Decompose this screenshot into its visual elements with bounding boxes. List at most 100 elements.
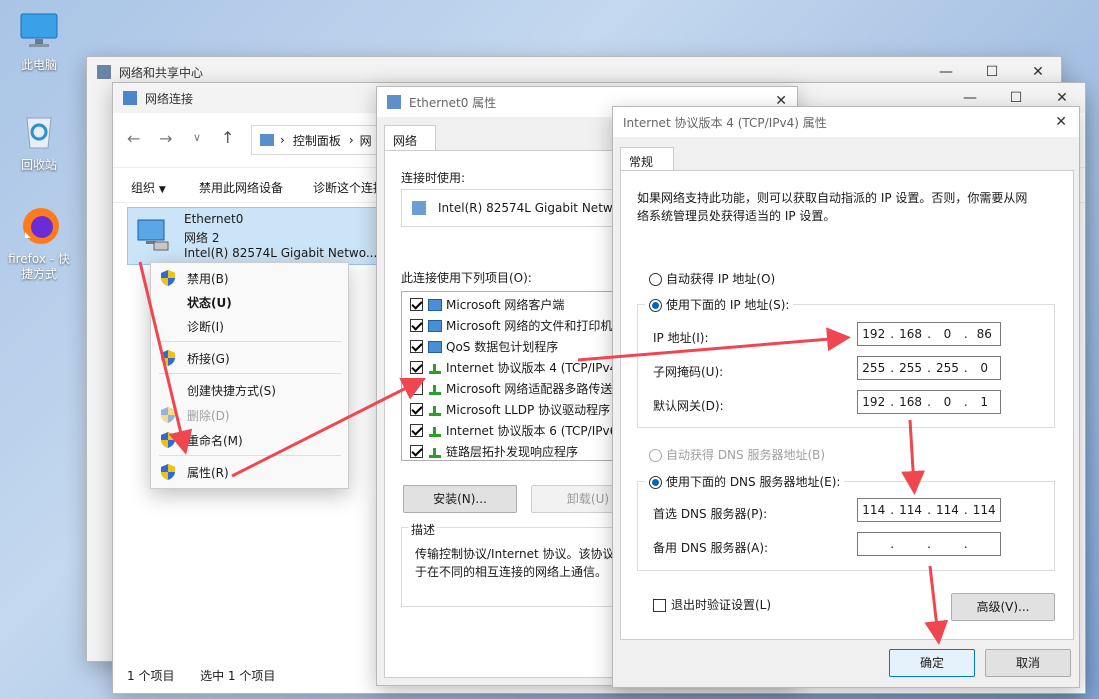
titlebar: Internet 协议版本 4 (TCP/IPv4) 属性 — [613, 107, 1079, 137]
connect-using-label: 连接时使用: — [401, 171, 466, 185]
cancel-button[interactable]: 取消 — [985, 649, 1071, 677]
alternate-dns-field[interactable]: ... — [857, 532, 1001, 556]
auto-dns-radio: 自动获得 DNS 服务器地址(B) — [649, 446, 825, 463]
breadcrumb[interactable]: › 控制面板 › 网 — [251, 125, 391, 155]
tab-network[interactable]: 网络 — [384, 125, 436, 151]
advanced-button[interactable]: 高级(V)... — [951, 593, 1055, 621]
checkbox[interactable] — [410, 382, 423, 395]
protocol-icon — [428, 383, 442, 395]
gateway-field[interactable]: 192. 168. 0. 1 — [857, 390, 1001, 414]
adapter-tile[interactable]: Ethernet0 网络 2 Intel(R) 82574L Gigabit N… — [127, 207, 377, 265]
list-item[interactable]: Microsoft 网络适配器多路传送 — [410, 378, 612, 399]
list-item[interactable]: Microsoft 网络的文件和打印机 — [410, 315, 612, 336]
intro-text: 络系统管理员处获得适当的 IP 设置。 — [637, 209, 836, 223]
window-title: 网络连接 — [145, 91, 194, 106]
checkbox[interactable] — [410, 424, 423, 437]
list-item[interactable]: Microsoft LLDP 协议驱动程序 — [410, 399, 610, 420]
shield-icon — [161, 350, 175, 366]
network-center-icon — [97, 65, 111, 79]
manual-ip-radio[interactable]: 使用下面的 IP 地址(S): — [645, 296, 794, 313]
octet: 0 — [943, 395, 952, 409]
menu-separator — [159, 373, 341, 374]
checkbox[interactable] — [410, 445, 423, 458]
shield-icon — [161, 432, 175, 448]
radio-button[interactable] — [649, 273, 662, 286]
tab-general[interactable]: 常规 — [620, 147, 674, 171]
subnet-mask-field[interactable]: 255. 255. 255. 0 — [857, 356, 1001, 380]
disable-device-button[interactable]: 禁用此网络设备 — [199, 179, 283, 196]
radio-label: 使用下面的 DNS 服务器地址(E): — [666, 475, 841, 489]
octet: 1 — [980, 395, 989, 409]
menu-item-properties[interactable]: 属性(R) — [151, 460, 348, 484]
checkbox[interactable] — [410, 298, 423, 311]
back-arrow-icon[interactable]: ← — [127, 129, 140, 148]
organize-menu[interactable]: 组织 ▼ — [131, 179, 166, 196]
menu-item-status[interactable]: 状态(U) — [151, 290, 348, 314]
checkbox[interactable] — [410, 319, 423, 332]
radio-button[interactable] — [649, 476, 662, 489]
octet: 255 — [899, 361, 923, 375]
menu-item-bridge[interactable]: 桥接(G) — [151, 346, 348, 370]
validate-checkbox[interactable]: 退出时验证设置(L) — [653, 596, 771, 613]
desktop-icon-firefox[interactable]: firefox - 快捷方式 — [4, 204, 74, 282]
diagnose-button[interactable]: 诊断这个连接 — [313, 179, 385, 196]
item-count: 1 个项目 — [127, 669, 175, 683]
window-title: 网络和共享中心 — [119, 65, 204, 80]
gateway-label: 默认网关(D): — [653, 399, 724, 413]
octet: 168 — [899, 327, 923, 341]
radio-button[interactable] — [649, 299, 662, 312]
device-name: Intel(R) 82574L Gigabit Netwo — [438, 201, 621, 215]
auto-ip-radio[interactable]: 自动获得 IP 地址(O) — [649, 270, 775, 287]
list-item[interactable]: Internet 协议版本 6 (TCP/IPv6) — [410, 420, 622, 441]
install-button[interactable]: 安装(N)... — [403, 485, 517, 513]
subnet-mask-label: 子网掩码(U): — [653, 365, 724, 379]
octet: 168 — [899, 395, 923, 409]
menu-item-label: 桥接(G) — [187, 351, 230, 366]
checkbox-label: 退出时验证设置(L) — [671, 598, 772, 612]
forward-arrow-icon[interactable]: → — [159, 129, 172, 148]
preferred-dns-field[interactable]: 114. 114. 114. 114 — [857, 498, 1001, 522]
network-card-icon — [412, 201, 426, 215]
checkbox[interactable] — [410, 361, 423, 374]
recycle-bin-icon — [17, 108, 61, 152]
list-item-label: QoS 数据包计划程序 — [446, 340, 559, 354]
organize-label: 组织 — [131, 181, 156, 195]
desktop-icon-this-pc[interactable]: 此电脑 — [4, 8, 74, 73]
ok-button[interactable]: 确定 — [889, 649, 975, 677]
protocol-icon — [428, 404, 442, 416]
desktop-icon-recycle-bin[interactable]: 回收站 — [4, 108, 74, 173]
dialog-title: Ethernet0 属性 — [409, 95, 497, 110]
adapter-network: 网络 2 — [184, 231, 220, 245]
octet: 0 — [943, 327, 952, 341]
list-item[interactable]: 链路层拓扑发现响应程序 — [410, 441, 578, 460]
up-arrow-icon[interactable]: ↑ — [221, 128, 234, 147]
ip-address-label: IP 地址(I): — [653, 331, 709, 345]
chevron-down-icon[interactable]: ∨ — [193, 131, 201, 144]
close-icon[interactable]: ✕ — [1055, 114, 1067, 130]
list-item[interactable]: QoS 数据包计划程序 — [410, 336, 558, 357]
list-item[interactable]: Microsoft 网络客户端 — [410, 294, 564, 315]
description-line: 传输控制协议/Internet 协议。该协议 — [415, 547, 615, 561]
menu-item-label: 状态(U) — [187, 295, 232, 310]
octet: 86 — [976, 327, 992, 341]
adapter-device: Intel(R) 82574L Gigabit Netwo... — [184, 246, 378, 260]
manual-dns-radio[interactable]: 使用下面的 DNS 服务器地址(E): — [645, 473, 845, 490]
checkbox[interactable] — [410, 403, 423, 416]
radio-label: 自动获得 DNS 服务器地址(B) — [666, 448, 826, 462]
ipv4-properties-dialog: Internet 协议版本 4 (TCP/IPv4) 属性 ✕ 常规 如果网络支… — [612, 106, 1080, 688]
breadcrumb-item[interactable]: 控制面板 — [293, 132, 341, 149]
menu-item-disable[interactable]: 禁用(B) — [151, 266, 348, 290]
dns-group — [637, 481, 1055, 571]
menu-item-create-shortcut[interactable]: 创建快捷方式(S) — [151, 378, 348, 402]
checkbox[interactable] — [653, 599, 666, 612]
network-client-icon — [428, 340, 442, 353]
breadcrumb-item[interactable]: 网 — [360, 132, 372, 149]
shield-icon — [161, 407, 175, 423]
octet: 114 — [935, 503, 959, 517]
menu-item-diagnose[interactable]: 诊断(I) — [151, 314, 348, 338]
ip-address-field[interactable]: 192. 168. 0. 86 — [857, 322, 1001, 346]
checkbox[interactable] — [410, 340, 423, 353]
menu-item-rename[interactable]: 重命名(M) — [151, 428, 348, 452]
selected-count: 选中 1 个项目 — [200, 669, 276, 683]
list-item-selected[interactable]: Internet 协议版本 4 (TCP/IPv4) — [410, 357, 622, 378]
